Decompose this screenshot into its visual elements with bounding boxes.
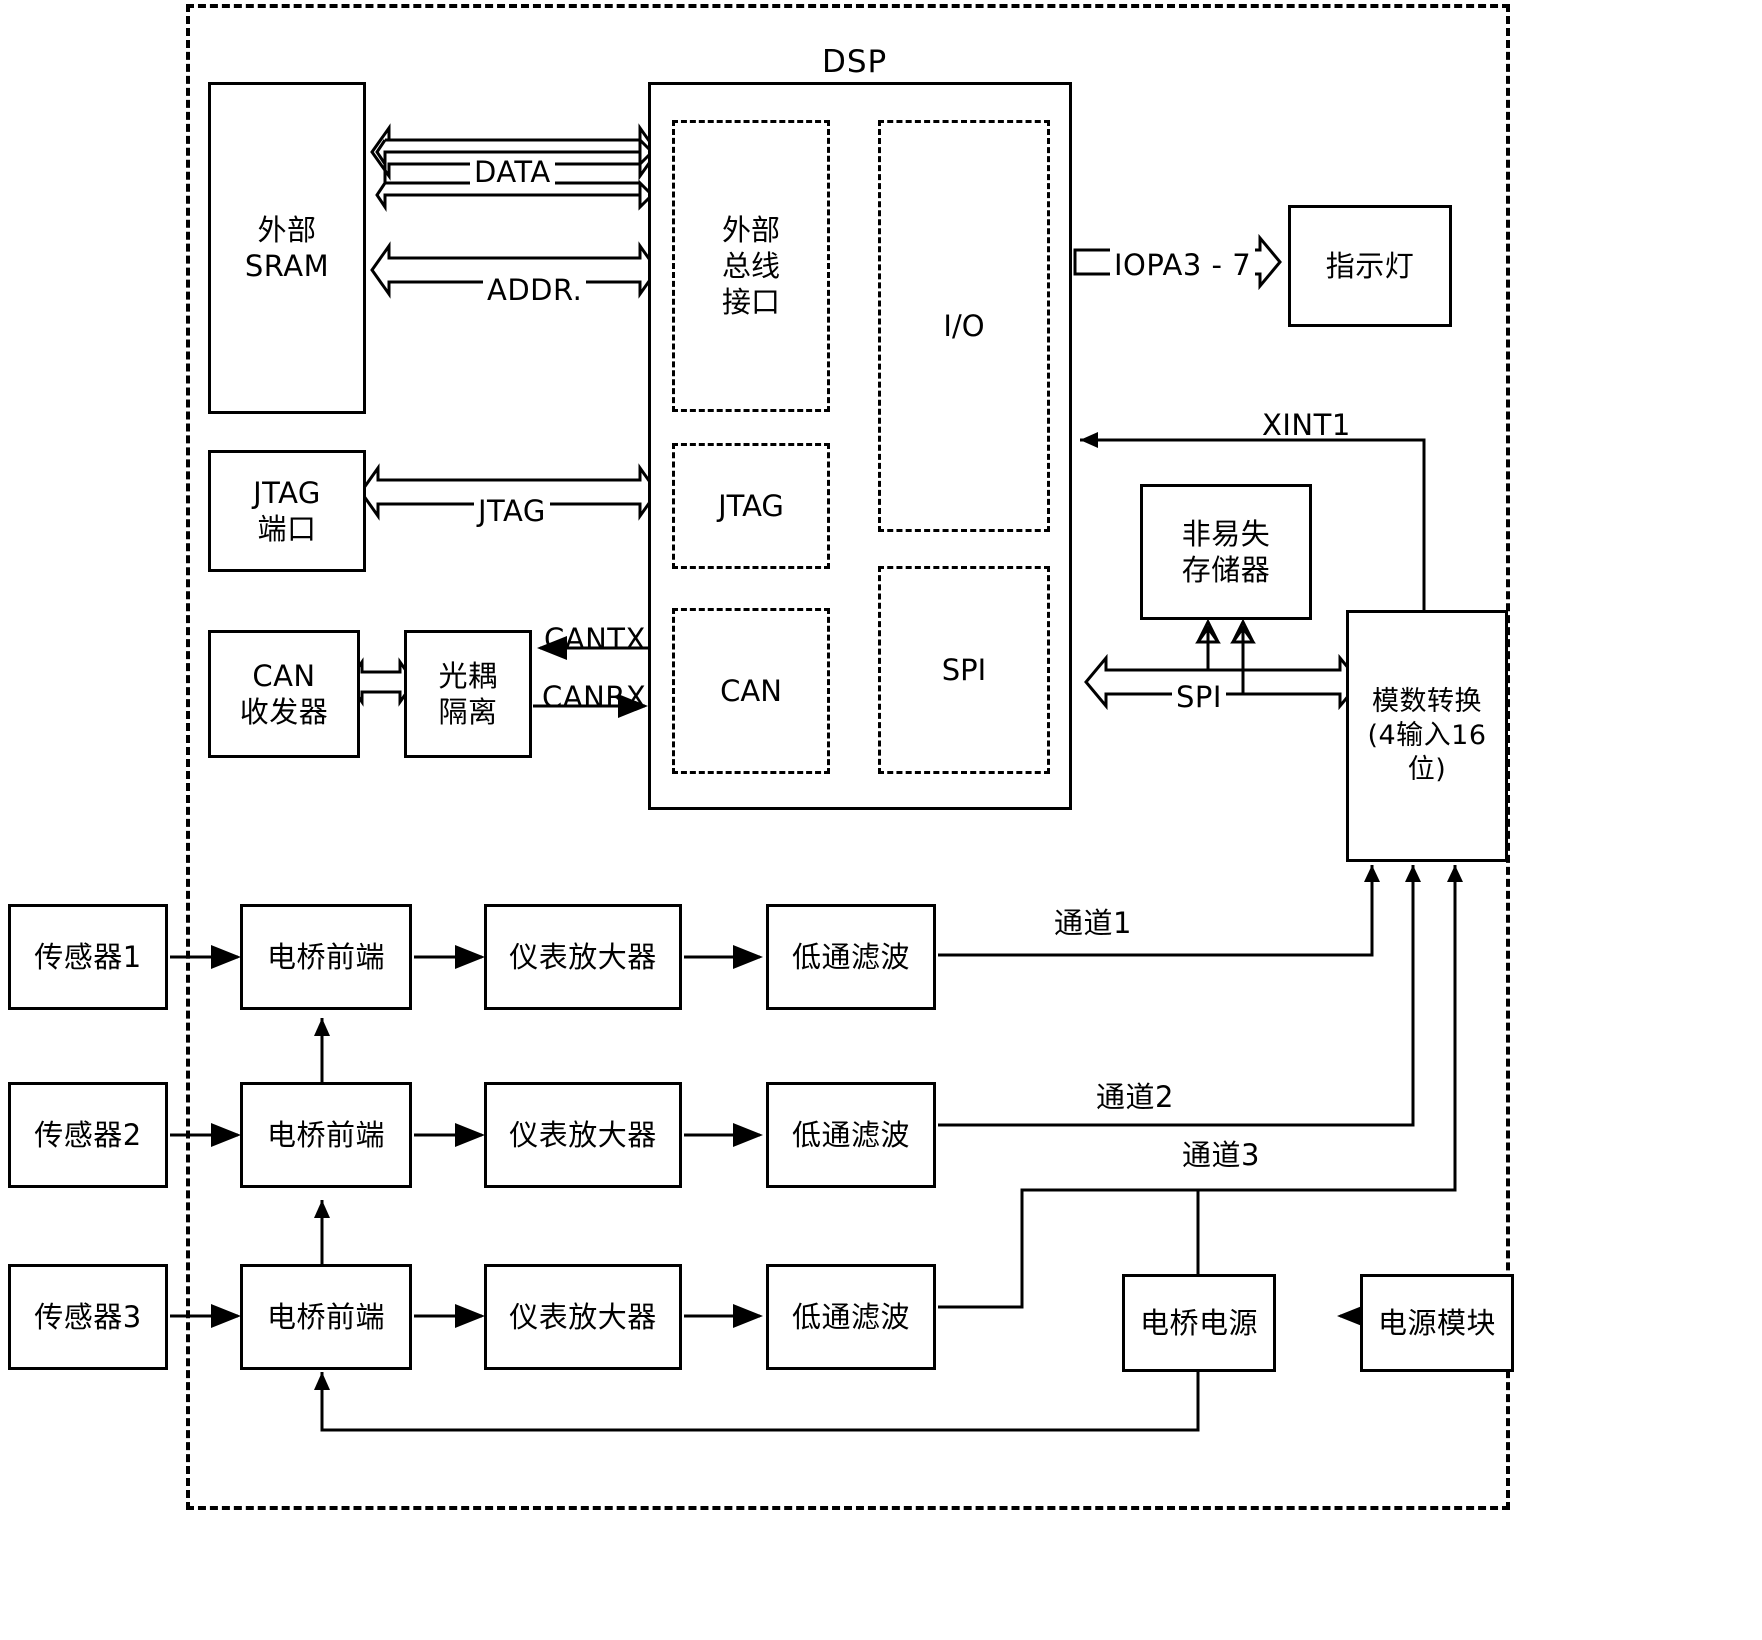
sensor-3-label: 传感器3 <box>34 1299 142 1334</box>
lowpass-filter-1-label: 低通滤波 <box>791 939 910 974</box>
block-instrumentation-amplifier-3: 仪表放大器 <box>484 1264 682 1370</box>
sensor-1-label: 传感器1 <box>34 939 142 974</box>
external-sram-label-line1: 外部 <box>257 212 317 247</box>
block-sensor-2: 传感器2 <box>8 1082 168 1188</box>
signal-label-xint1: XINT1 <box>1262 408 1351 442</box>
block-bridge-power-supply: 电桥电源 <box>1122 1274 1276 1372</box>
block-adc: 模数转换 (4输入16 位) <box>1346 610 1508 862</box>
signal-label-data: DATA <box>470 155 555 189</box>
block-nonvolatile-memory: 非易失 存储器 <box>1140 484 1312 620</box>
signal-label-iopa: IOPA3 - 7 <box>1110 248 1256 282</box>
instr-amp-1-label: 仪表放大器 <box>509 939 657 974</box>
block-can-transceiver: CAN 收发器 <box>208 630 360 758</box>
block-sensor-3: 传感器3 <box>8 1264 168 1370</box>
dsp-module-jtag: JTAG <box>672 443 830 569</box>
adc-label-line3: 位) <box>1407 753 1447 785</box>
signal-label-channel2: 通道2 <box>1096 1080 1174 1114</box>
signal-label-jtag: JTAG <box>474 494 550 528</box>
signal-label-spi: SPI <box>1172 680 1226 714</box>
sensor-2-label: 传感器2 <box>34 1117 142 1152</box>
bridge-frontend-1-label: 电桥前端 <box>266 939 385 974</box>
dsp-jtag-label: JTAG <box>718 488 784 523</box>
signal-label-cantx: CANTX <box>544 622 646 656</box>
signal-label-channel1: 通道1 <box>1054 906 1132 940</box>
block-bridge-frontend-2: 电桥前端 <box>240 1082 412 1188</box>
block-external-sram: 外部 SRAM <box>208 82 366 414</box>
jtag-port-label-line1: JTAG <box>253 475 321 510</box>
adc-label-line1: 模数转换 <box>1371 686 1482 718</box>
ext-bus-if-label-line2: 总线 <box>721 248 780 283</box>
block-opto-isolation: 光耦 隔离 <box>404 630 532 758</box>
dsp-module-spi: SPI <box>878 566 1050 774</box>
bridge-power-label: 电桥电源 <box>1139 1305 1258 1340</box>
signal-label-addr: ADDR. <box>483 273 587 307</box>
lowpass-filter-3-label: 低通滤波 <box>791 1299 910 1334</box>
block-diagram-canvas: 外部 SRAM JTAG 端口 CAN 收发器 光耦 隔离 DSP 外部 总线 … <box>0 0 1762 1640</box>
lowpass-filter-2-label: 低通滤波 <box>791 1117 910 1152</box>
indicator-lamp-label: 指示灯 <box>1325 248 1415 283</box>
block-instrumentation-amplifier-2: 仪表放大器 <box>484 1082 682 1188</box>
block-sensor-1: 传感器1 <box>8 904 168 1010</box>
jtag-port-label-line2: 端口 <box>257 512 317 546</box>
can-transceiver-label-line1: CAN <box>252 658 316 693</box>
dsp-module-can: CAN <box>672 608 830 774</box>
power-module-label: 电源模块 <box>1377 1305 1496 1340</box>
opto-isolation-label-line1: 光耦 <box>438 658 498 693</box>
dsp-module-external-bus-interface: 外部 总线 接口 <box>672 120 830 412</box>
block-lowpass-filter-3: 低通滤波 <box>766 1264 936 1370</box>
signal-label-channel3: 通道3 <box>1182 1138 1260 1172</box>
bridge-frontend-2-label: 电桥前端 <box>266 1117 385 1152</box>
bridge-frontend-3-label: 电桥前端 <box>266 1299 385 1334</box>
block-bridge-frontend-1: 电桥前端 <box>240 904 412 1010</box>
signal-label-canrx: CANRX <box>542 680 647 714</box>
block-bridge-frontend-3: 电桥前端 <box>240 1264 412 1370</box>
ext-bus-if-label-line3: 接口 <box>721 285 780 320</box>
instr-amp-3-label: 仪表放大器 <box>509 1299 657 1334</box>
instr-amp-2-label: 仪表放大器 <box>509 1117 657 1152</box>
block-jtag-port: JTAG 端口 <box>208 450 366 572</box>
block-power-module: 电源模块 <box>1360 1274 1514 1372</box>
nvm-label-line1: 非易失 <box>1181 516 1271 551</box>
ext-bus-if-label-line1: 外部 <box>721 212 780 247</box>
can-transceiver-label-line2: 收发器 <box>239 695 329 729</box>
dsp-title: DSP <box>822 44 888 80</box>
dsp-can-label: CAN <box>720 673 782 708</box>
dsp-module-io: I/O <box>878 120 1050 532</box>
external-sram-label-line2: SRAM <box>244 249 330 283</box>
block-indicator-lamp: 指示灯 <box>1288 205 1452 327</box>
dsp-io-label: I/O <box>943 308 985 343</box>
adc-label-line2: (4输入16 <box>1367 720 1487 752</box>
block-instrumentation-amplifier-1: 仪表放大器 <box>484 904 682 1010</box>
block-lowpass-filter-1: 低通滤波 <box>766 904 936 1010</box>
dsp-spi-label: SPI <box>941 652 987 687</box>
opto-isolation-label-line2: 隔离 <box>438 695 498 729</box>
nvm-label-line2: 存储器 <box>1181 553 1271 587</box>
block-lowpass-filter-2: 低通滤波 <box>766 1082 936 1188</box>
